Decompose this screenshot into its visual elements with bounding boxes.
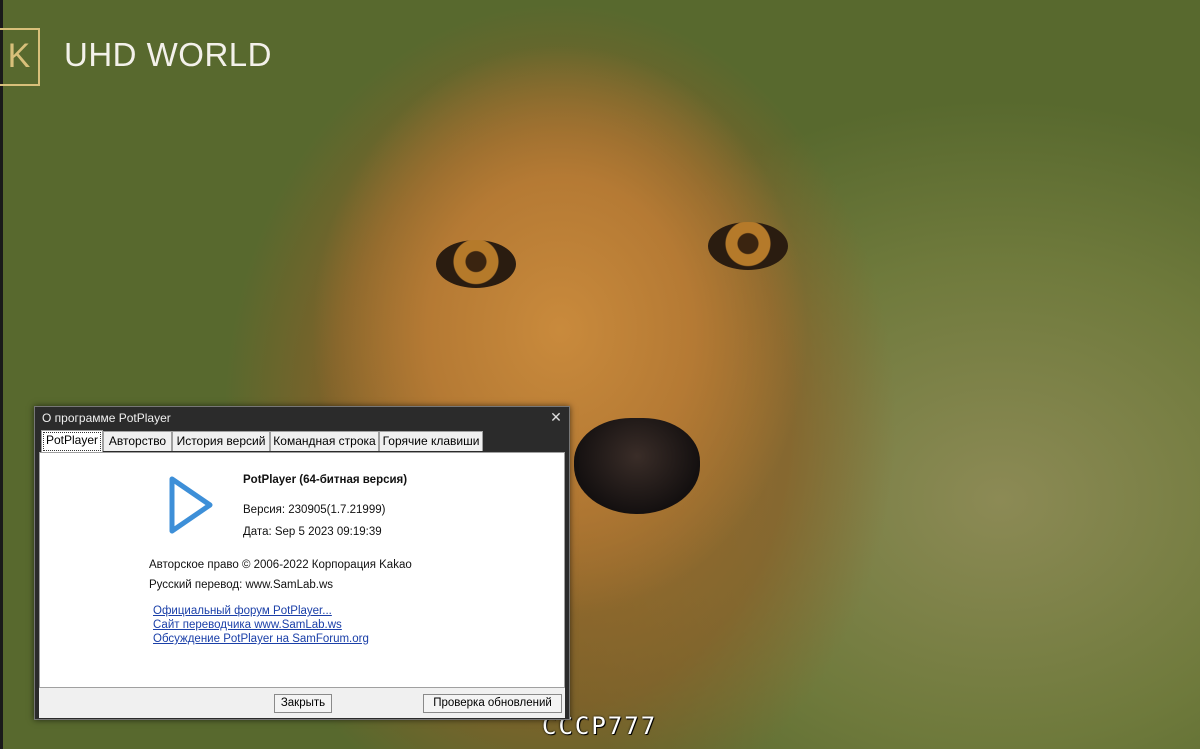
product-name: PotPlayer (64-битная версия) xyxy=(243,474,408,486)
tab-authorship[interactable]: Авторство xyxy=(103,431,172,451)
copyright-text: Авторское право © 2006-2022 Корпорация K… xyxy=(149,559,412,571)
dialog-title: О программе PotPlayer xyxy=(42,411,171,425)
left-eye xyxy=(436,240,516,288)
right-eye xyxy=(708,222,788,270)
translation-text: Русский перевод: www.SamLab.ws xyxy=(149,579,334,591)
version-text: Версия: 230905(1.7.21999) xyxy=(243,504,386,516)
tab-bar: PotPlayer Авторство История версий Коман… xyxy=(39,430,565,453)
check-updates-button[interactable]: Проверка обновлений xyxy=(423,694,562,713)
samforum-link[interactable]: Обсуждение PotPlayer на SamForum.org xyxy=(153,633,369,645)
tab-command-line[interactable]: Командная строка xyxy=(270,431,379,451)
dialog-titlebar[interactable]: О программе PotPlayer ✕ xyxy=(35,407,569,429)
close-button[interactable]: Закрыть xyxy=(274,694,332,713)
nose xyxy=(574,418,700,514)
tab-hotkeys[interactable]: Горячие клавиши xyxy=(379,431,483,451)
tab-potplayer[interactable]: PotPlayer xyxy=(41,430,103,453)
window-edge xyxy=(0,0,3,749)
play-icon xyxy=(169,476,213,534)
channel-logo-mark: K xyxy=(0,28,40,86)
build-date-text: Дата: Sep 5 2023 09:19:39 xyxy=(243,526,382,538)
translator-site-link[interactable]: Сайт переводчика www.SamLab.ws xyxy=(153,619,342,631)
about-dialog: О программе PotPlayer ✕ PotPlayer Авторс… xyxy=(34,406,570,720)
tab-panel: PotPlayer (64-битная версия) Версия: 230… xyxy=(39,452,565,688)
dialog-footer: Закрыть Проверка обновлений xyxy=(39,688,565,718)
close-icon[interactable]: ✕ xyxy=(549,409,563,426)
channel-logo-text: UHD WORLD xyxy=(64,36,272,73)
forum-link[interactable]: Официальный форум PotPlayer... xyxy=(153,605,332,617)
tab-version-history[interactable]: История версий xyxy=(172,431,270,451)
